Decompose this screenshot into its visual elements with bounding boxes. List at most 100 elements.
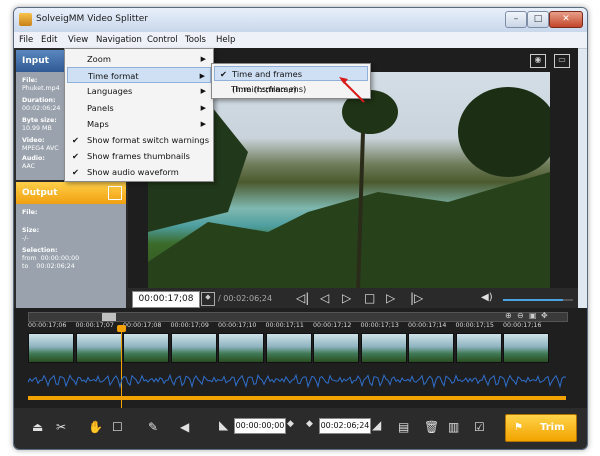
comment-icon[interactable]: ☐ [112,420,123,434]
frame-thumbnail[interactable] [75,333,122,363]
stop-icon[interactable]: □ [364,291,375,305]
view-menu-item[interactable]: Languages ▶ [67,83,211,99]
current-time-field[interactable]: 00:00:17;08 [132,291,200,308]
view-menu-item[interactable]: Panels ▶ [67,100,211,116]
view-menu-item[interactable]: ✔ Show frames thumbnails [67,148,211,164]
duration-label: Duration: [22,97,56,104]
timeline-tick-label: 00:00:17;11 [265,322,304,329]
from-label: from [22,255,37,262]
menu-file[interactable]: File [19,35,33,45]
save-icon[interactable] [108,186,122,200]
view-menu-item[interactable]: ✔ Show audio waveform [67,164,211,180]
timeline-tick-label: 00:00:17;07 [75,322,114,329]
frame-thumbnail[interactable] [360,333,407,363]
flag-icon: ⚑ [514,422,523,433]
timeline-tick-label: 00:00:17;06 [28,322,67,329]
timeline: ⊕ ⊖ ▣ ✥ 00:00:17;06 00:00:17;07 00:00:17;0… [14,308,587,408]
check-icon: ✔ [72,167,79,178]
eject-icon[interactable]: ⏏ [32,420,43,434]
view-menu-label: Show frames thumbnails [87,151,190,162]
frame-thumbnail[interactable] [218,333,264,363]
menu-help[interactable]: Help [216,35,235,45]
view-menu-item[interactable]: Maps ▶ [67,116,211,132]
view-menu-label: Zoom [87,54,111,64]
frame-thumbnail[interactable] [28,333,74,363]
input-panel-title: Input [22,56,49,66]
film-icon[interactable]: ▤ [398,420,409,434]
end-time-field[interactable]: 00:02:06;24 [319,418,371,434]
play-icon[interactable]: ▷ [342,291,351,305]
output-panel-header[interactable]: Output [16,182,126,204]
submenu-arrow-icon: ▶ [200,55,206,63]
output-panel-title: Output [22,188,58,198]
prev-frame-icon[interactable]: ◁ [320,291,329,305]
maximize-icon[interactable]: □ [527,11,549,28]
trim-label: Trim [540,422,565,433]
folder-icon[interactable]: ▭ [554,54,570,68]
prev-keyframe-icon[interactable]: ◁| [296,291,309,305]
end-spin-icon[interactable]: ◆ [306,419,313,429]
menu-bar: File Edit View Navigation Control Tools … [14,32,587,49]
menu-view[interactable]: View [68,35,88,45]
playhead-marker[interactable] [117,325,126,332]
next-frame-icon[interactable]: ▷ [386,291,395,305]
delete-segment-icon[interactable]: 🗑 [424,420,439,434]
volume-icon[interactable]: ◀) [481,292,493,303]
frame-thumbnail[interactable] [408,333,454,363]
submenu-arrow-icon: ▶ [200,87,206,96]
view-menu-label: Show audio waveform [87,167,179,178]
video-label: Video: [22,137,45,144]
mute-icon[interactable]: ◀ [180,420,189,434]
start-time-field[interactable]: 00:00:00;00 [234,418,286,434]
timeline-tick-label: 00:00:17;08 [123,322,162,329]
submenu-arrow-icon: ▶ [200,103,206,112]
set-end-icon[interactable]: ◢ [372,418,381,432]
selection-bar[interactable] [28,396,566,400]
timeline-tick-label: 00:00:17;16 [503,322,542,329]
start-spin-icon[interactable]: ◆ [287,419,294,429]
thumb-icon[interactable]: ✋ [88,420,103,434]
trim-button[interactable]: ⚑ Trim [505,414,577,442]
camera-icon[interactable]: ◉ [530,54,546,68]
cut-icon[interactable]: ✂ [56,420,66,434]
frame-thumbnail[interactable] [503,333,549,363]
view-menu-label: Panels [87,102,114,113]
timeline-tick-label: 00:00:17;15 [455,322,494,329]
output-file-label: File: [22,209,38,216]
file-label: File: [22,77,38,84]
app-window: SolveigMM Video Splitter – □ ✕ File Edit… [13,7,588,450]
bottom-toolbar: ⏏ ✂ ✋ ☐ ✎ ◀ ◣ 00:00:00;00 ◆ ◆ 00:02:06;2… [14,408,587,449]
frame-thumbnail[interactable] [123,333,169,363]
menu-control[interactable]: Control [147,35,178,45]
zoom-fit-icon[interactable]: ▣ [529,311,537,320]
view-menu-item[interactable]: ✔ Show format switch warnings [67,132,211,148]
title-bar: SolveigMM Video Splitter – □ ✕ [14,8,587,32]
submenu-label: Time (h:min:s,ms) [231,84,307,94]
view-menu-label: Maps [87,118,109,129]
edit-icon[interactable]: ✎ [148,420,158,434]
total-time: / 00:02:06;24 [218,294,273,303]
set-start-icon[interactable]: ◣ [219,418,228,432]
timeline-scrollbar[interactable] [28,312,568,322]
frame-thumbnail[interactable] [265,333,312,363]
view-menu-item[interactable]: Zoom ▶ [67,51,211,67]
time-spin-icon[interactable]: ◆ [201,292,215,306]
menu-navigation[interactable]: Navigation [96,35,142,45]
frame-thumbnail[interactable] [170,333,217,363]
volume-slider[interactable] [503,299,573,301]
check-icon[interactable]: ☑ [474,420,485,434]
size-label: Size: [22,227,40,234]
frame-thumbnail[interactable] [455,333,502,363]
next-keyframe-icon[interactable]: |▷ [410,291,423,305]
frame-thumbnail[interactable] [313,333,359,363]
menu-tools[interactable]: Tools [185,35,206,45]
close-icon[interactable]: ✕ [549,11,583,28]
zoom-all-icon[interactable]: ✥ [541,311,548,320]
delete-all-icon[interactable]: ▥ [448,420,459,434]
view-menu-item[interactable]: Time format ▶ [67,67,211,84]
scroll-thumb[interactable] [102,313,116,321]
zoom-out-icon[interactable]: ⊖ [517,311,524,320]
menu-edit[interactable]: Edit [41,35,57,45]
minimize-icon[interactable]: – [505,11,527,28]
zoom-in-icon[interactable]: ⊕ [505,311,512,320]
